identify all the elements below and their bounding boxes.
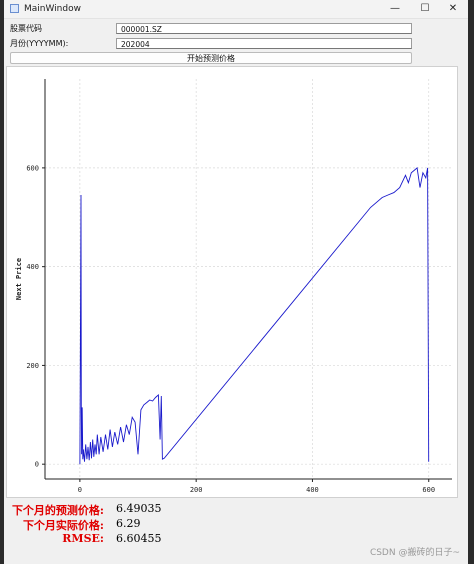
month-label: 月份(YYYYMM): xyxy=(10,39,69,48)
main-window: MainWindow — ☐ ✕ 股票代码 000001.SZ 月份(YYYYM… xyxy=(4,0,468,564)
y-tick-label: 0 xyxy=(35,461,39,469)
start-predict-button[interactable]: 开始预测价格 xyxy=(10,52,412,64)
price-scatter-chart: 02004006000200400600Previous PriceNext P… xyxy=(15,79,452,507)
chart-canvas: 02004006000200400600Previous PriceNext P… xyxy=(6,66,458,507)
y-tick-label: 200 xyxy=(26,362,39,370)
rmse-label: RMSE: xyxy=(62,532,104,545)
price-series-line xyxy=(79,167,430,465)
stock-code-label: 股票代码 xyxy=(10,24,42,33)
stock-code-input[interactable]: 000001.SZ xyxy=(116,23,412,34)
x-tick-label: 400 xyxy=(306,486,319,494)
month-input[interactable]: 202004 xyxy=(116,38,412,49)
csdn-watermark: CSDN @搬砖的日子~ xyxy=(369,548,460,558)
x-tick-label: 0 xyxy=(78,486,82,494)
y-axis-label: Next Price xyxy=(15,258,23,300)
app-icon xyxy=(10,4,19,13)
window-title: MainWindow xyxy=(24,4,81,14)
rmse-value: 6.60455 xyxy=(116,532,162,545)
x-tick-label: 200 xyxy=(190,486,203,494)
minimize-button[interactable]: — xyxy=(382,0,408,18)
y-tick-label: 400 xyxy=(26,263,39,271)
x-tick-label: 600 xyxy=(422,486,435,494)
maximize-button[interactable]: ☐ xyxy=(412,0,438,18)
actual-price-value: 6.29 xyxy=(116,517,141,530)
title-bar: MainWindow — ☐ ✕ xyxy=(4,0,468,19)
actual-price-label: 下个月实际价格: xyxy=(22,519,104,532)
predicted-price-label: 下个月的预测价格: xyxy=(11,504,104,517)
y-tick-label: 600 xyxy=(26,164,39,172)
predicted-price-value: 6.49035 xyxy=(116,502,162,515)
close-button[interactable]: ✕ xyxy=(440,0,466,18)
